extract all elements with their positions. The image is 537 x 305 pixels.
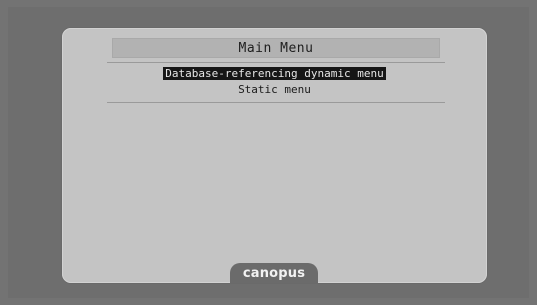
list-divider <box>107 102 445 103</box>
menu-item-database-referencing-dynamic-menu[interactable]: Database-referencing dynamic menu <box>62 66 487 82</box>
main-menu-panel: Main Menu Database-referencing dynamic m… <box>62 28 487 283</box>
canopus-logo: canopus <box>242 266 306 281</box>
menu-item-static-menu[interactable]: Static menu <box>62 82 487 98</box>
menu-title: Main Menu <box>238 41 314 56</box>
menu-item-label: Static menu <box>238 83 311 96</box>
title-divider <box>107 62 445 63</box>
menu-title-bar: Main Menu <box>112 38 440 58</box>
menu-item-label: Database-referencing dynamic menu <box>163 67 386 80</box>
brand-logo-tab: canopus <box>230 263 318 283</box>
